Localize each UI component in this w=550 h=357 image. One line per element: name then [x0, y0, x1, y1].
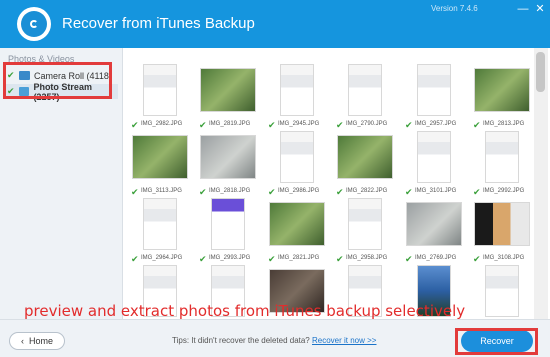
- photo-thumbnail[interactable]: ✔ IMG_2821.JPG: [268, 198, 325, 264]
- photo-thumbnail[interactable]: ✔ IMG_2958.JPG: [336, 198, 393, 264]
- caption-overlay: preview and extract photos from iTunes b…: [24, 302, 466, 320]
- photo-image[interactable]: [348, 64, 382, 116]
- photo-image[interactable]: [211, 198, 245, 250]
- photo-thumbnail[interactable]: ✔ IMG_3101.JPG: [405, 131, 462, 197]
- close-button[interactable]: ✕: [533, 2, 547, 16]
- app-logo-icon: [17, 7, 51, 41]
- photo-filename: IMG_3101.JPG: [415, 188, 457, 194]
- checkbox-icon[interactable]: ✔: [473, 188, 482, 197]
- checkbox-icon[interactable]: ✔: [268, 121, 277, 130]
- photo-filename: IMG_2821.JPG: [278, 255, 320, 261]
- photo-image[interactable]: [280, 64, 314, 116]
- recover-it-now-link[interactable]: Recover it now >>: [312, 336, 376, 345]
- photo-filename: IMG_2790.JPG: [346, 121, 388, 127]
- photo-filename: IMG_3113.JPG: [141, 188, 182, 194]
- photo-filename: IMG_2993.JPG: [209, 255, 251, 261]
- photo-thumbnail[interactable]: ✔ IMG_2819.JPG: [199, 64, 256, 130]
- photo-thumbnail[interactable]: ✔ IMG_2992.JPG: [473, 131, 530, 197]
- photo-image[interactable]: [132, 135, 188, 179]
- scrollbar-thumb[interactable]: [536, 52, 545, 92]
- back-arrow-icon: ‹: [20, 336, 24, 346]
- photo-thumbnail[interactable]: ✔ IMG_2945.JPG: [268, 64, 325, 130]
- photo-image[interactable]: [143, 64, 177, 116]
- photo-filename: IMG_2813.JPG: [483, 121, 525, 127]
- checkbox-icon[interactable]: ✔: [131, 188, 140, 197]
- checkbox-icon[interactable]: ✔: [131, 121, 140, 130]
- checkbox-icon[interactable]: ✔: [199, 255, 208, 264]
- footer: ‹ Home Tips: It didn't recover the delet…: [0, 319, 550, 357]
- photo-filename: IMG_2818.JPG: [209, 188, 251, 194]
- checkbox-icon[interactable]: ✔: [199, 188, 208, 197]
- checkbox-icon[interactable]: ✔: [473, 121, 482, 130]
- photo-filename: IMG_2982.JPG: [141, 121, 183, 127]
- photo-filename: IMG_2986.JPG: [278, 188, 320, 194]
- photo-filename: IMG_3108.JPG: [483, 255, 525, 261]
- photo-thumbnail[interactable]: ✔ IMG_2964.JPG: [131, 198, 188, 264]
- photo-filename: IMG_2822.JPG: [346, 188, 388, 194]
- checkbox-icon[interactable]: ✔: [405, 121, 414, 130]
- photo-thumbnail[interactable]: ✔ IMG_3108.JPG: [473, 198, 530, 264]
- photo-image[interactable]: [485, 131, 519, 183]
- checkbox-icon[interactable]: ✔: [336, 188, 345, 197]
- photo-image[interactable]: [485, 265, 519, 317]
- photo-filename: IMG_2945.JPG: [278, 121, 320, 127]
- photo-thumbnail[interactable]: ✔ IMG_2818.JPG: [199, 131, 256, 197]
- tips-text: Tips: It didn't recover the deleted data…: [172, 336, 377, 345]
- photo-filename: IMG_2958.JPG: [346, 255, 388, 261]
- checkbox-icon[interactable]: ✔: [268, 255, 277, 264]
- scrollbar[interactable]: [534, 48, 548, 319]
- photo-thumbnail[interactable]: ✔ IMG_2813.JPG: [473, 64, 530, 130]
- photo-thumbnail[interactable]: ✔IMG_2982.JPG: [131, 64, 188, 130]
- photo-filename: IMG_2964.JPG: [141, 255, 183, 261]
- photo-image[interactable]: [269, 202, 325, 246]
- checkbox-icon[interactable]: ✔: [405, 188, 414, 197]
- photo-thumbnail[interactable]: ✔ IMG_2769.JPG: [405, 198, 462, 264]
- checkbox-icon[interactable]: ✔: [131, 255, 140, 264]
- minimize-button[interactable]: —: [516, 2, 530, 16]
- photo-image[interactable]: [406, 202, 462, 246]
- photo-image[interactable]: [337, 135, 393, 179]
- photo-image[interactable]: [143, 198, 177, 250]
- photo-thumbnail[interactable]: ✔ IMG_3113.JPG: [131, 131, 188, 197]
- checkbox-icon[interactable]: ✔: [199, 121, 208, 130]
- photo-image[interactable]: [200, 68, 256, 112]
- photo-thumbnail[interactable]: ✔ IMG_2993.JPG: [199, 198, 256, 264]
- home-button[interactable]: ‹ Home: [9, 332, 65, 350]
- checkbox-icon[interactable]: ✔: [405, 255, 414, 264]
- photo-thumbnail[interactable]: ✔ IMG_2822.JPG: [336, 131, 393, 197]
- photo-filename: IMG_2957.JPG: [415, 121, 457, 127]
- photo-filename: IMG_2769.JPG: [415, 255, 457, 261]
- photo-image[interactable]: [417, 64, 451, 116]
- window-title: Recover from iTunes Backup: [62, 15, 255, 32]
- photo-grid: ✔ IMG_2982.JPG ✔ IMG_2819.JPG ✔ IMG_2945.JPG ✔…: [124, 48, 532, 331]
- photo-thumbnail[interactable]: ✔ IMG_2790.JPG: [336, 64, 393, 130]
- checkbox-icon[interactable]: ✔: [473, 255, 482, 264]
- photo-image[interactable]: [280, 131, 314, 183]
- highlight-box-recover: [455, 328, 538, 355]
- photo-image[interactable]: [417, 131, 451, 183]
- photo-filename: IMG_2992.JPG: [483, 188, 525, 194]
- version-label: Version 7.4.6: [431, 4, 478, 13]
- highlight-box-sidebar: [3, 62, 112, 99]
- photo-filename: IMG_2819.JPG: [209, 121, 251, 127]
- checkbox-icon[interactable]: ✔: [336, 121, 345, 130]
- home-button-label: Home: [28, 336, 53, 346]
- checkbox-icon[interactable]: ✔: [268, 188, 277, 197]
- photo-image[interactable]: [348, 198, 382, 250]
- photo-thumbnail[interactable]: ✔IMG_2957.JPG: [405, 64, 462, 130]
- title-bar: Recover from iTunes Backup Version 7.4.6…: [0, 0, 550, 48]
- photo-image[interactable]: [474, 68, 530, 112]
- photo-thumbnail[interactable]: ✔ IMG_2986.JPG: [268, 131, 325, 197]
- photo-image[interactable]: [474, 202, 530, 246]
- checkbox-icon[interactable]: ✔: [336, 255, 345, 264]
- photo-image[interactable]: [200, 135, 256, 179]
